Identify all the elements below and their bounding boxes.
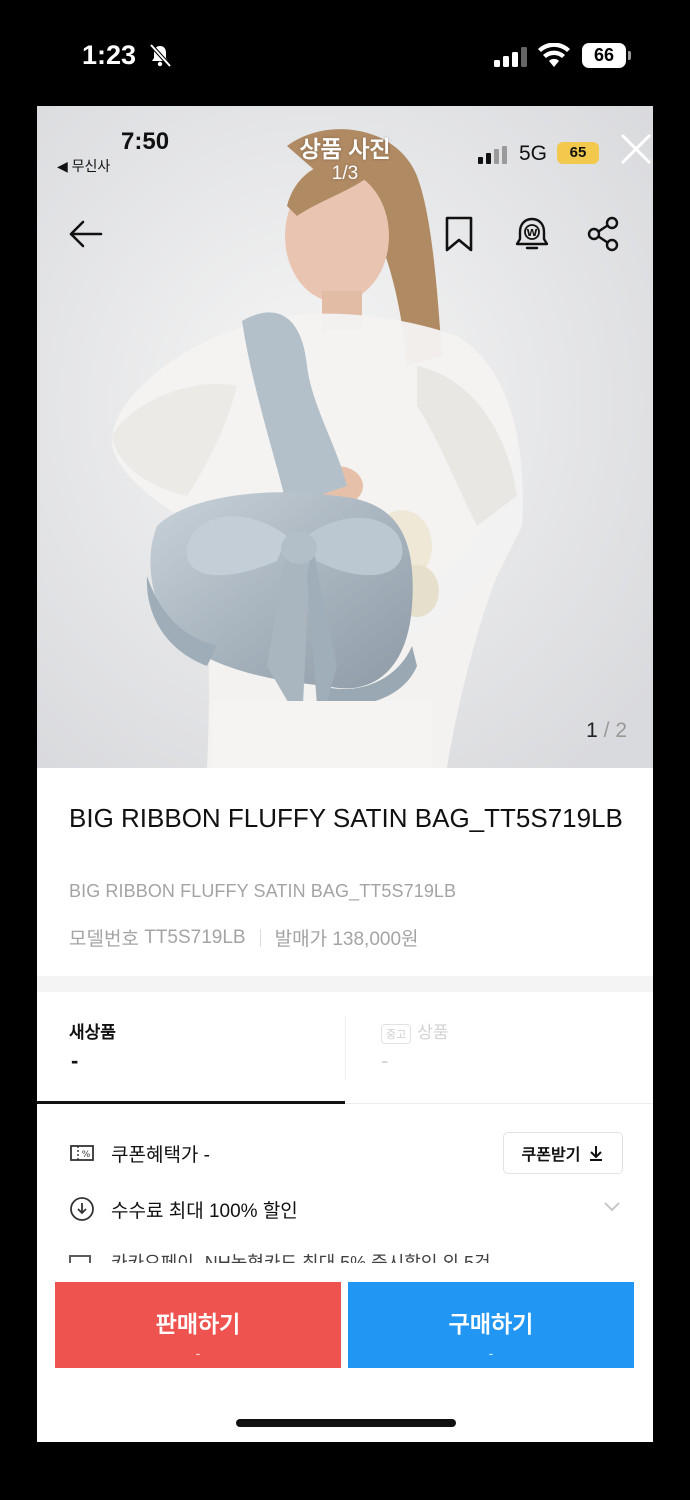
chevron-down-icon[interactable] — [603, 1201, 621, 1213]
discount-circle-icon — [70, 1197, 94, 1221]
home-indicator[interactable] — [236, 1419, 456, 1427]
fee-discount-row[interactable]: 수수료 최대 100% 할인 — [69, 1189, 298, 1229]
get-coupon-label: 쿠폰받기 — [521, 1147, 581, 1164]
tab-new-product[interactable]: 새상품 - — [37, 992, 345, 1104]
buy-button[interactable]: 구매하기 - — [348, 1282, 634, 1368]
download-icon — [590, 1146, 603, 1161]
back-arrow-icon[interactable] — [65, 214, 105, 254]
viewer-signal-icon — [478, 146, 507, 164]
viewer-battery-icon: 65 — [557, 142, 599, 164]
bottom-action-bar: 판매하기 - 구매하기 - — [37, 1264, 653, 1442]
model-number-label: 모델번호 — [69, 929, 139, 950]
product-image-viewer[interactable]: 7:50 ◀ 무신사 상품 사진 1/3 5G 65 W 1 / 2 — [37, 106, 653, 768]
tab-active-indicator — [37, 1101, 345, 1104]
release-price-value: 138,000원 — [332, 929, 419, 950]
fee-discount-text: 수수료 최대 100% 할인 — [111, 1200, 298, 1222]
coupon-icon: % — [70, 1145, 94, 1161]
release-price-label: 발매가 — [274, 929, 328, 950]
tab-used-product[interactable]: 중고 상품 - — [345, 992, 653, 1104]
product-meta: 모델번호 TT5S719LB 발매가 138,000원 — [69, 924, 419, 951]
tab-new-price: - — [71, 1048, 79, 1073]
tab-used-label: 상품 — [417, 1023, 449, 1042]
svg-text:%: % — [82, 1150, 91, 1160]
cellular-signal-icon — [494, 47, 527, 67]
bell-muted-icon — [149, 43, 172, 68]
coupon-price-row: % 쿠폰혜택가 - — [69, 1133, 210, 1173]
card-benefit-row[interactable]: 카카오페이· NH농협카드 최대 5% 즉시할인 외 5건 — [69, 1249, 629, 1263]
get-coupon-button[interactable]: 쿠폰받기 — [503, 1132, 623, 1174]
sell-price: - — [195, 1345, 201, 1361]
outer-clock: 1:23 — [82, 40, 137, 70]
wifi-icon — [538, 43, 570, 67]
product-title: BIG RIBBON FLUFFY SATIN BAG_TT5S719LB — [69, 803, 623, 833]
used-badge: 중고 — [381, 1023, 412, 1044]
model-number-value: TT5S719LB — [144, 926, 246, 948]
buy-label: 구매하기 — [448, 1311, 534, 1337]
outer-status-bar: 1:23 66 — [0, 0, 690, 106]
battery-icon: 66 — [582, 43, 631, 68]
tab-used-label-wrap: 중고 상품 — [381, 1018, 449, 1044]
meta-separator — [259, 928, 261, 947]
sell-button[interactable]: 판매하기 - — [55, 1282, 341, 1368]
coupon-price-text: 쿠폰혜택가 - — [111, 1144, 211, 1166]
viewer-photo-counter: 1/3 — [331, 163, 359, 184]
close-icon[interactable] — [619, 132, 653, 166]
share-icon[interactable] — [583, 214, 623, 254]
tab-split-line — [345, 1016, 346, 1080]
buy-price: - — [488, 1345, 494, 1361]
product-subtitle: BIG RIBBON FLUFFY SATIN BAG_TT5S719LB — [69, 881, 457, 901]
bookmark-icon[interactable] — [439, 214, 479, 254]
viewer-network-label: 5G — [519, 142, 548, 165]
product-photo — [37, 106, 653, 768]
price-alert-bell-icon[interactable]: W — [512, 214, 552, 254]
section-divider — [37, 976, 653, 992]
tab-new-label: 새상품 — [69, 1023, 116, 1042]
sell-label: 판매하기 — [155, 1311, 241, 1337]
svg-text:W: W — [526, 228, 537, 239]
tab-used-price: - — [381, 1048, 389, 1073]
image-page-indicator: 1 / 2 — [586, 719, 627, 742]
card-benefit-text: 카카오페이· NH농협카드 최대 5% 즉시할인 외 5건 — [111, 1253, 491, 1263]
app-screen: 7:50 ◀ 무신사 상품 사진 1/3 5G 65 W 1 / 2 BIG R… — [37, 106, 653, 1442]
card-icon — [69, 1255, 91, 1263]
